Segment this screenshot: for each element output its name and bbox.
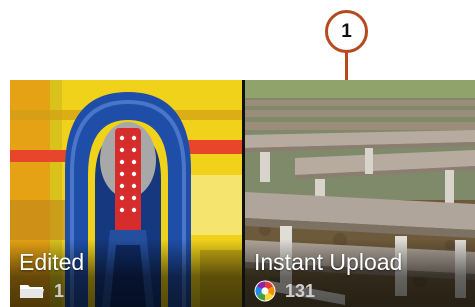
album-tile-edited[interactable]: Edited 1 bbox=[10, 80, 242, 307]
album-count-edited: 1 bbox=[54, 281, 65, 301]
album-count-instant-upload: 131 bbox=[285, 281, 316, 301]
album-meta-instant-upload: 131 bbox=[254, 280, 315, 302]
album-tile-instant-upload[interactable]: Instant Upload 131 bbox=[245, 80, 475, 307]
picasa-icon bbox=[254, 280, 276, 302]
album-grid: Edited 1 Instant Upload 131 bbox=[10, 80, 475, 307]
screenshot-stage: 1 Edited 1 Instant Upload 131 bbox=[0, 0, 475, 307]
callout-marker: 1 bbox=[325, 10, 368, 53]
folder-icon bbox=[19, 283, 45, 299]
album-meta-edited: 1 bbox=[19, 280, 64, 302]
album-title-instant-upload: Instant Upload bbox=[254, 249, 403, 275]
album-caption-instant-upload: Instant Upload 131 bbox=[245, 239, 475, 307]
callout-number: 1 bbox=[341, 20, 352, 42]
album-title-edited: Edited bbox=[19, 249, 85, 275]
album-caption-edited: Edited 1 bbox=[10, 239, 242, 307]
